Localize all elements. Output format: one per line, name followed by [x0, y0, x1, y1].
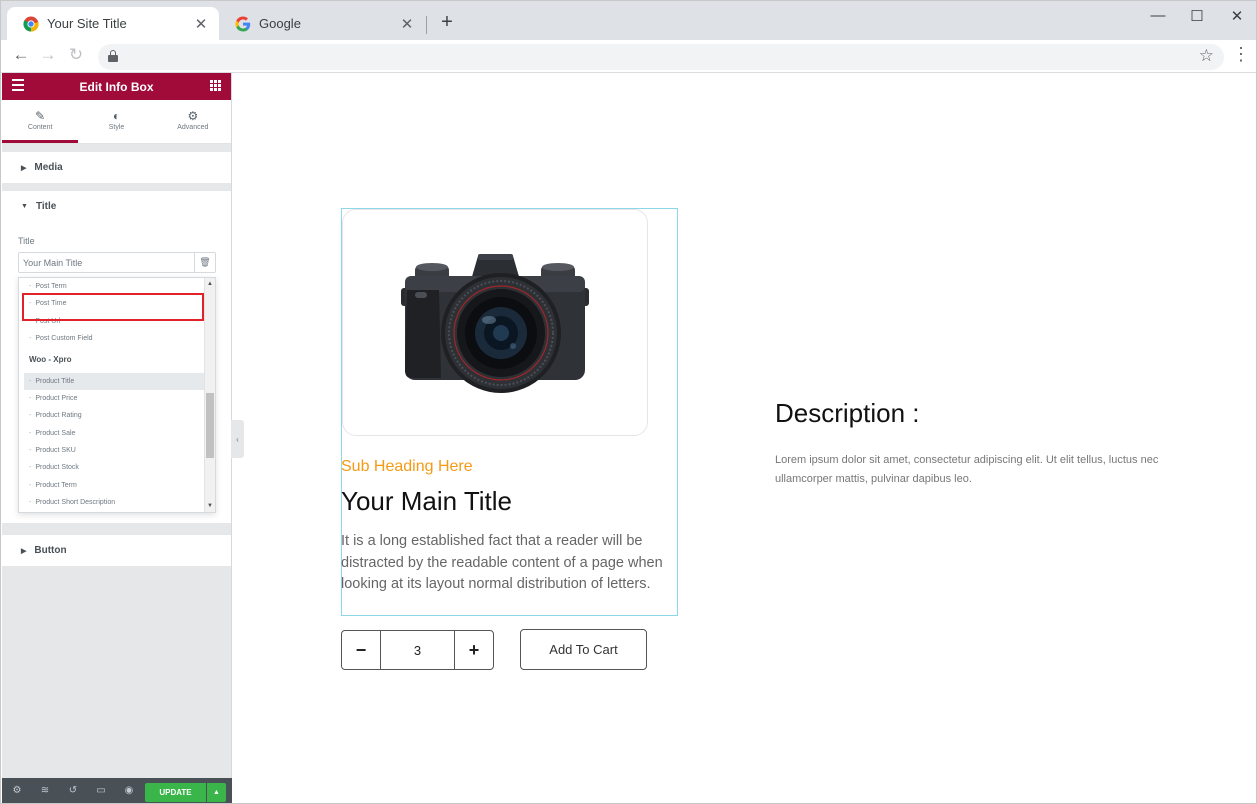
scroll-up-icon[interactable]: ▲: [205, 281, 215, 287]
tab-label: Style: [108, 124, 125, 131]
quantity-input[interactable]: 3: [380, 631, 455, 669]
title-control: Title Your Main Title 🗑 Post Term Post T…: [2, 222, 231, 523]
section-label: Button: [34, 545, 67, 556]
dropdown-item[interactable]: Product Stock: [29, 464, 79, 471]
gear-icon: ⚙: [187, 109, 199, 123]
description-title: Description :: [775, 398, 920, 428]
browser-tab-site[interactable]: Your Site Title ✕: [7, 7, 219, 40]
menu-kebab-icon[interactable]: ⋮: [1232, 44, 1250, 65]
update-button[interactable]: UPDATE: [145, 783, 206, 802]
product-image-box: [342, 209, 648, 436]
editor-panel: Edit Info Box ✎ Content ◐ Style ⚙ Advanc…: [2, 73, 232, 803]
app-window: Your Site Title ✕ Google ✕ + — ☐ ✕ ← → ↻…: [0, 0, 1257, 804]
title-input[interactable]: Your Main Title 🗑: [18, 252, 216, 273]
description-text: Lorem ipsum dolor sit amet, consectetur …: [775, 454, 1159, 485]
tab-content[interactable]: ✎ Content: [2, 100, 79, 143]
tab-label: Advanced: [177, 124, 209, 131]
dropdown-group-label: Woo - Xpro: [29, 355, 72, 364]
panel-header: Edit Info Box: [2, 73, 231, 100]
history-icon[interactable]: ↺: [66, 785, 80, 796]
window-close-icon[interactable]: ✕: [1227, 7, 1247, 25]
tab-advanced[interactable]: ⚙ Advanced: [155, 100, 231, 143]
chevron-up-icon[interactable]: ▲: [207, 783, 226, 802]
dropdown-scrollbar[interactable]: ▲ ▼: [204, 278, 215, 512]
dropdown-item[interactable]: Product SKU: [29, 447, 75, 454]
panel-title: Edit Info Box: [79, 79, 154, 94]
highlight-box: [22, 293, 204, 321]
title-field-label: Title: [18, 236, 35, 246]
dropdown-item[interactable]: Product Term: [29, 482, 77, 489]
section-media[interactable]: ▶ Media: [2, 152, 231, 183]
minimize-icon[interactable]: —: [1148, 7, 1168, 24]
dropdown-item[interactable]: Post Term: [29, 283, 66, 290]
new-tab-icon[interactable]: +: [437, 11, 457, 34]
preview-eye-icon[interactable]: ◉: [122, 785, 136, 796]
google-icon: [235, 16, 251, 31]
forward-icon[interactable]: →: [38, 45, 58, 65]
widgets-grid-icon[interactable]: [210, 80, 221, 91]
tab-label: Content: [27, 124, 53, 131]
panel-tabs: ✎ Content ◐ Style ⚙ Advanced: [2, 100, 231, 144]
dropdown-item[interactable]: Product Price: [29, 395, 77, 402]
browser-tab-google[interactable]: Google ✕: [219, 7, 425, 40]
panel-collapse-handle[interactable]: ‹: [231, 420, 244, 458]
close-icon[interactable]: ✕: [193, 15, 209, 33]
section-label: Title: [35, 201, 57, 212]
quantity-stepper: − 3 +: [341, 630, 494, 670]
browser-toolbar: ← → ↻ ☆: [1, 40, 1256, 73]
layers-icon[interactable]: ≋: [38, 785, 52, 796]
dropdown-item[interactable]: Product Rating: [29, 412, 81, 419]
scroll-down-icon[interactable]: ▼: [205, 503, 215, 509]
dynamic-tags-icon[interactable]: 🗑: [194, 253, 215, 272]
tab-style[interactable]: ◐ Style: [78, 100, 154, 143]
dropdown-item[interactable]: Product Sale: [29, 430, 75, 437]
back-icon[interactable]: ←: [11, 45, 31, 65]
lock-icon: [108, 50, 118, 62]
caret-right-icon: ▶: [21, 547, 27, 555]
pencil-icon: ✎: [35, 109, 46, 123]
main-title: Your Main Title: [341, 486, 513, 516]
reload-icon[interactable]: ↻: [66, 45, 86, 65]
dropdown-item[interactable]: Post Custom Field: [29, 335, 92, 342]
responsive-icon[interactable]: ▭: [94, 785, 108, 796]
dropdown-item[interactable]: Product Short Description: [29, 499, 115, 506]
browser-tabstrip: Your Site Title ✕ Google ✕ + — ☐ ✕: [1, 1, 1256, 40]
tab-separator: [426, 16, 427, 34]
section-title[interactable]: ▼ Title: [2, 191, 231, 222]
contrast-icon: ◐: [112, 109, 121, 123]
quantity-plus-button[interactable]: +: [455, 631, 493, 669]
title-input-value: Your Main Title: [23, 258, 83, 268]
caret-down-icon: ▼: [21, 203, 28, 210]
add-to-cart-button[interactable]: Add To Cart: [520, 629, 647, 670]
camera-image: [401, 254, 589, 393]
close-icon[interactable]: ✕: [399, 15, 415, 33]
address-bar[interactable]: ☆: [98, 44, 1224, 70]
hamburger-icon[interactable]: [12, 79, 24, 94]
info-box-description: It is a long established fact that a rea…: [341, 533, 663, 592]
quantity-minus-button[interactable]: −: [342, 631, 380, 669]
chrome-icon: [23, 16, 39, 32]
section-label: Media: [34, 162, 63, 173]
dropdown-item-product-title[interactable]: Product Title: [29, 378, 74, 385]
sub-heading: Sub Heading Here: [341, 458, 473, 475]
tab-title: Your Site Title: [47, 16, 127, 31]
section-button[interactable]: ▶ Button: [2, 535, 231, 566]
scrollbar-thumb[interactable]: [206, 393, 214, 458]
panel-footer: ⚙ ≋ ↺ ▭ ◉ UPDATE ▲: [2, 778, 232, 803]
settings-icon[interactable]: ⚙: [10, 785, 24, 796]
star-icon[interactable]: ☆: [1199, 46, 1214, 66]
maximize-icon[interactable]: ☐: [1187, 7, 1207, 25]
tab-title: Google: [259, 16, 301, 31]
caret-right-icon: ▶: [21, 164, 27, 172]
